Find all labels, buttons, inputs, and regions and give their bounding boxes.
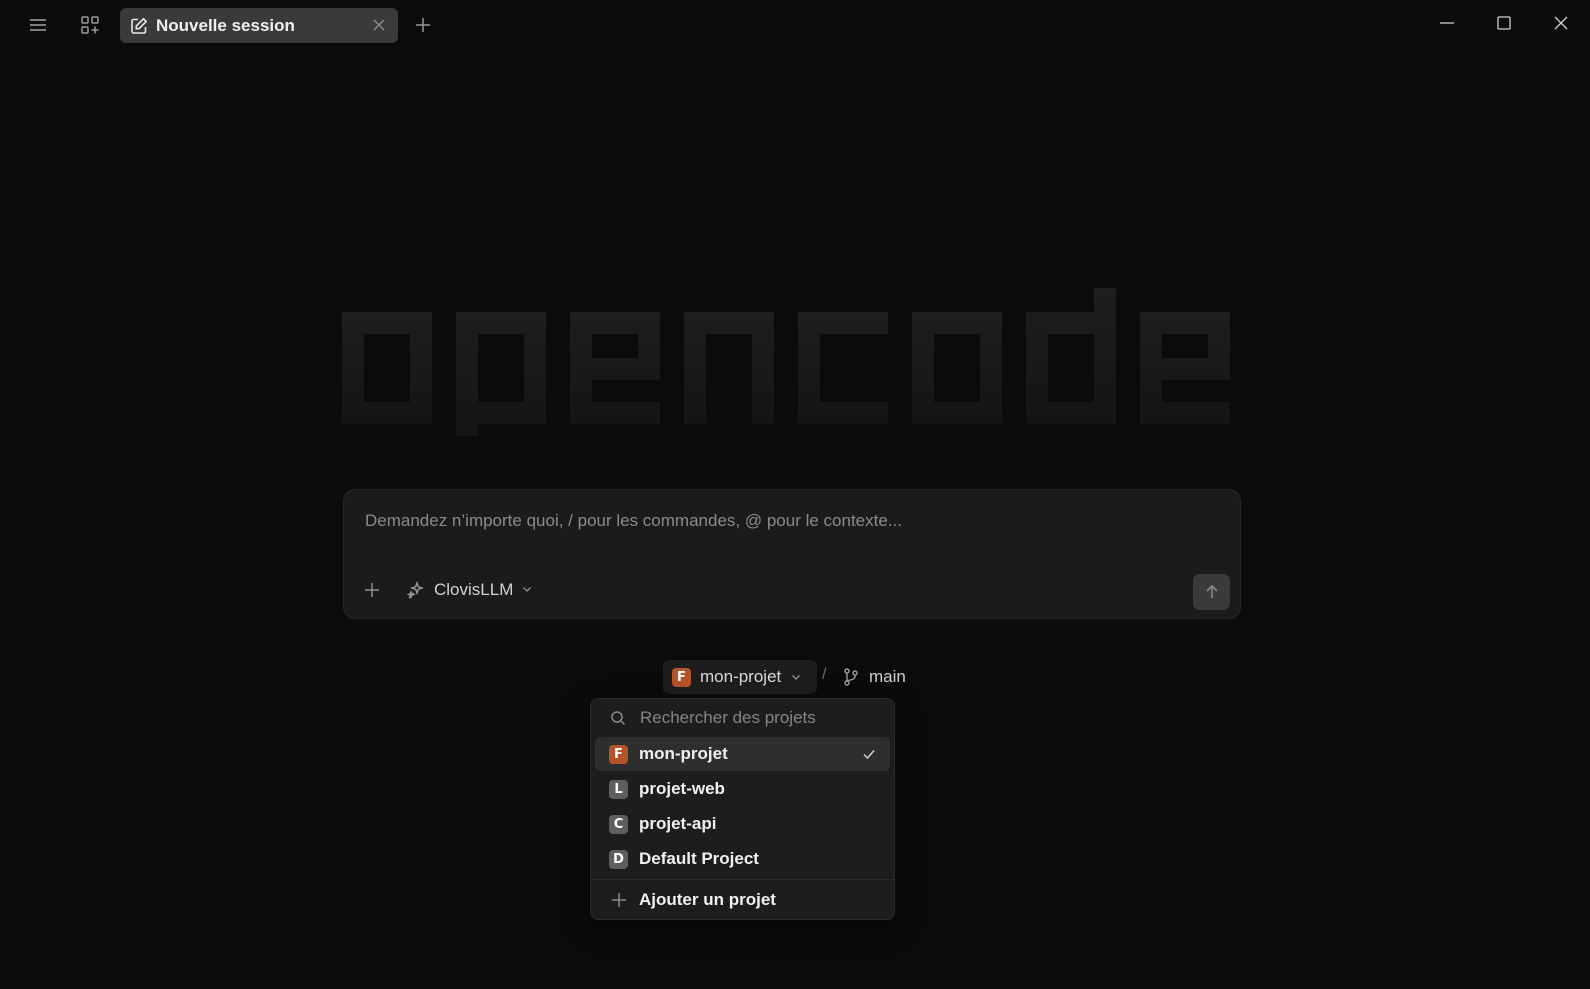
opencode-logo	[342, 288, 1240, 436]
arrow-up-icon	[1204, 584, 1220, 600]
prompt-input[interactable]	[363, 510, 1213, 532]
plus-icon	[609, 891, 628, 910]
project-name: mon-projet	[700, 667, 782, 686]
project-item-label: mon-projet	[639, 744, 728, 763]
edit-square-icon	[130, 17, 148, 35]
project-item-default-project[interactable]: D Default Project	[595, 842, 890, 876]
plus-icon[interactable]	[360, 578, 384, 602]
project-item-label: projet-web	[639, 779, 725, 798]
branch-selector[interactable]: main	[843, 664, 906, 690]
git-branch-icon	[843, 668, 859, 686]
add-project-button[interactable]: Ajouter un projet	[595, 883, 890, 917]
branch-name: main	[869, 667, 906, 686]
project-selector[interactable]: F mon-projet	[663, 660, 817, 694]
path-separator: /	[822, 666, 827, 683]
hamburger-icon[interactable]	[24, 13, 52, 37]
window-close-icon[interactable]	[1546, 10, 1576, 36]
search-icon	[610, 710, 626, 726]
sparkle-icon	[406, 580, 426, 600]
project-item-label: Default Project	[639, 849, 759, 868]
project-item-label: projet-api	[639, 814, 717, 833]
project-item-projet-api[interactable]: C projet-api	[595, 807, 890, 841]
chevron-down-icon	[521, 583, 535, 597]
project-search-input[interactable]	[638, 707, 878, 729]
tab-title: Nouvelle session	[156, 15, 295, 35]
close-icon[interactable]	[370, 16, 388, 34]
add-project-label: Ajouter un projet	[639, 890, 776, 909]
dropdown-divider	[591, 879, 894, 880]
project-item-projet-web[interactable]: L projet-web	[595, 772, 890, 806]
project-dropdown: F mon-projet L projet-web C projet-api D…	[590, 698, 895, 920]
check-icon	[862, 747, 876, 761]
project-badge: D	[609, 849, 628, 869]
plus-icon[interactable]	[410, 12, 436, 38]
maximize-icon[interactable]	[1489, 10, 1519, 36]
title-bar: Nouvelle session	[0, 0, 1590, 50]
project-badge: C	[609, 814, 628, 834]
minimize-icon[interactable]	[1432, 10, 1462, 36]
project-search	[591, 699, 894, 737]
grid-plus-icon[interactable]	[76, 12, 104, 38]
project-badge: F	[672, 667, 691, 687]
prompt-box: ClovisLLM	[343, 489, 1241, 619]
project-badge: L	[609, 779, 628, 799]
send-button[interactable]	[1193, 574, 1230, 610]
project-badge: F	[609, 744, 628, 764]
project-item-mon-projet[interactable]: F mon-projet	[595, 737, 890, 771]
tab-nouvelle-session[interactable]: Nouvelle session	[120, 8, 398, 43]
model-label: ClovisLLM	[434, 580, 514, 599]
model-selector[interactable]: ClovisLLM	[406, 576, 535, 604]
chevron-down-icon	[790, 671, 802, 683]
